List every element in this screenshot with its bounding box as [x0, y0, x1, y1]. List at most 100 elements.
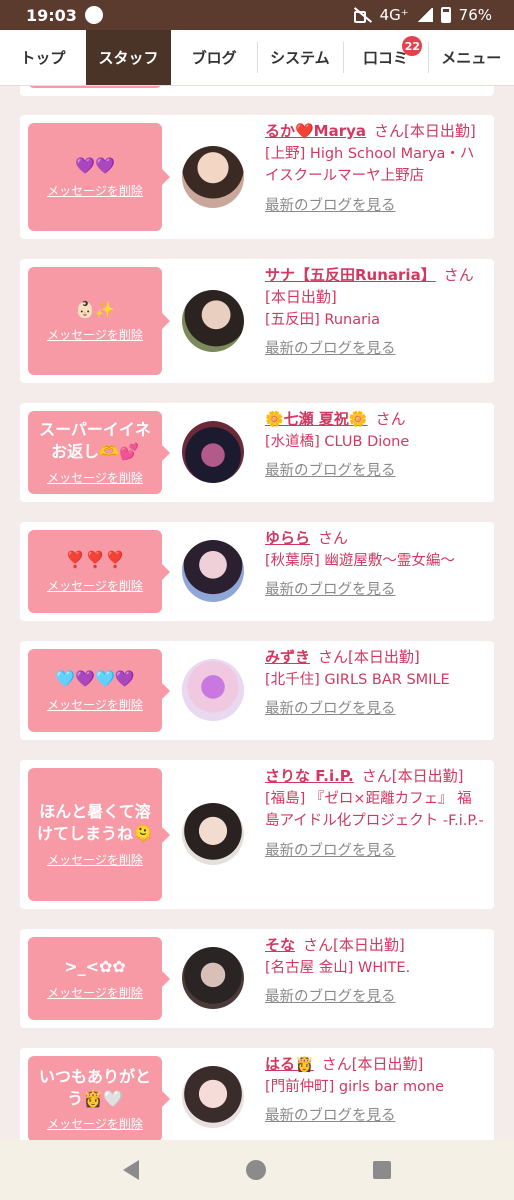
- shop-name: [上野] High School Marya・ハイスクールマーヤ上野店: [265, 145, 475, 185]
- message-bubble: >_<✿✿ メッセージを削除: [28, 937, 170, 1020]
- battery-percent: 76%: [458, 6, 492, 24]
- staff-card: いつもありがとう👸🤍 メッセージを削除 はる👸 さん[本日出勤] [門前仲町] g…: [20, 1048, 494, 1140]
- tab-top[interactable]: トップ: [0, 30, 86, 85]
- shop-name: [名古屋 金山] WHITE.: [265, 959, 411, 976]
- latest-blog-link[interactable]: 最新のブログを見る: [265, 578, 486, 599]
- message-bubble: ❣️❣️❣️ メッセージを削除: [28, 530, 170, 613]
- status-icons: 4G⁺ 76%: [352, 6, 492, 24]
- message-bubble: スーパーイイネお返し🫶💕 メッセージを削除: [28, 411, 170, 494]
- honorific: さん: [361, 767, 392, 785]
- tab-system[interactable]: システム: [257, 30, 343, 85]
- message-text: 💜💜: [75, 155, 115, 175]
- message-bubble: 💜💜 メッセージを削除: [28, 123, 170, 231]
- recent-apps-icon[interactable]: [372, 1161, 391, 1179]
- latest-blog-link[interactable]: 最新のブログを見る: [265, 839, 486, 860]
- tab-label: システム: [270, 49, 330, 67]
- message-bubble: ほんと暑くて溶けてしまうね🫠 メッセージを削除: [28, 768, 170, 901]
- avatar[interactable]: [182, 1066, 244, 1128]
- delete-message-link[interactable]: メッセージを削除: [47, 326, 143, 343]
- staff-card: >_<✿✿ メッセージを削除 そな さん[本日出勤] [名古屋 金山] WHITE…: [20, 929, 494, 1028]
- delete-message-link[interactable]: メッセージを削除: [47, 469, 143, 486]
- avatar[interactable]: [182, 540, 244, 602]
- staff-card: ほんと暑くて溶けてしまうね🫠 メッセージを削除 さりな F.i.P. さん[本日出…: [20, 760, 494, 909]
- latest-blog-link[interactable]: 最新のブログを見る: [265, 1104, 486, 1125]
- staff-name-link[interactable]: るか❤️Marya: [265, 122, 366, 140]
- reviews-count-badge: 22: [402, 36, 423, 56]
- tab-label: メニュー: [441, 49, 502, 67]
- work-status: [本日出勤]: [348, 648, 420, 666]
- staff-message-list: 💜💜 メッセージを削除 るか❤️Marya さん[本日出勤] [上野] High …: [0, 86, 514, 1140]
- delete-message-link[interactable]: メッセージを削除: [47, 696, 143, 713]
- shop-name: [秋葉原] 幽遊屋敷〜霊女編〜: [265, 552, 455, 569]
- delete-message-link[interactable]: メッセージを削除: [47, 182, 143, 199]
- honorific: さん: [318, 648, 349, 666]
- avatar[interactable]: [182, 947, 244, 1009]
- staff-name-link[interactable]: みずき: [265, 648, 310, 666]
- tab-menu[interactable]: メニュー: [428, 30, 514, 85]
- system-nav-bar: [0, 1140, 514, 1200]
- avatar[interactable]: [182, 421, 244, 483]
- work-status: [本日出勤]: [351, 1055, 424, 1073]
- tab-blog[interactable]: ブログ: [171, 30, 257, 85]
- staff-info: サナ【五反田Runaria】 さん [本日出勤] [五反田] Runaria 最新の…: [265, 265, 486, 358]
- latest-blog-link[interactable]: 最新のブログを見る: [265, 459, 486, 480]
- tab-label: ブログ: [191, 49, 237, 67]
- delete-message-link[interactable]: メッセージを削除: [47, 577, 143, 594]
- back-icon[interactable]: [123, 1160, 140, 1180]
- staff-card: スーパーイイネお返し🫶💕 メッセージを削除 🌼七瀬 夏祝🌼 さん [水道橋] CL…: [20, 403, 494, 502]
- honorific: さん: [318, 529, 349, 547]
- shop-name: [五反田] Runaria: [265, 311, 380, 328]
- honorific: さん: [375, 410, 406, 428]
- staff-name-link[interactable]: ゆらら: [265, 529, 310, 547]
- delete-message-link[interactable]: メッセージを削除: [47, 984, 143, 1001]
- avatar[interactable]: [182, 290, 244, 352]
- latest-blog-link[interactable]: 最新のブログを見る: [265, 697, 486, 718]
- staff-name-link[interactable]: さりな F.i.P.: [265, 767, 354, 785]
- staff-card: 👶🏻✨ メッセージを削除 サナ【五反田Runaria】 さん [本日出勤] [五反田…: [20, 259, 494, 383]
- staff-name-link[interactable]: サナ【五反田Runaria】: [265, 266, 436, 284]
- message-bubble: 👶🏻✨ メッセージを削除: [28, 267, 170, 375]
- shop-name: [水道橋] CLUB Dione: [265, 433, 410, 450]
- staff-name-link[interactable]: 🌼七瀬 夏祝🌼: [265, 410, 368, 428]
- signal-icon: [416, 8, 433, 22]
- honorific: さん: [303, 936, 334, 954]
- avatar[interactable]: [182, 803, 244, 865]
- work-status: [本日出勤]: [404, 122, 476, 140]
- tab-staff[interactable]: スタッフ: [85, 30, 172, 85]
- latest-blog-link[interactable]: 最新のブログを見る: [265, 985, 486, 1006]
- staff-card: 🩵💜🩵💜 メッセージを削除 みずき さん[本日出勤] [北千住] GIRLS BA…: [20, 641, 494, 740]
- staff-info: るか❤️Marya さん[本日出勤] [上野] High School Marya…: [265, 121, 486, 215]
- shop-name: [門前仲町] girls bar mone: [265, 1078, 445, 1095]
- avatar[interactable]: [182, 146, 244, 208]
- delete-message-link[interactable]: メッセージを削除: [47, 851, 143, 868]
- previous-card: [20, 86, 494, 96]
- honorific: さん: [374, 122, 405, 140]
- latest-blog-link[interactable]: 最新のブログを見る: [265, 337, 486, 358]
- mute-icon: [352, 8, 372, 23]
- message-bubble: いつもありがとう👸🤍 メッセージを削除: [28, 1056, 170, 1140]
- network-label: 4G⁺: [379, 6, 409, 24]
- work-status: [本日出勤]: [333, 936, 405, 954]
- staff-card: ❣️❣️❣️ メッセージを削除 ゆらら さん [秋葉原] 幽遊屋敷〜霊女編〜 最新…: [20, 522, 494, 621]
- staff-info: はる👸 さん[本日出勤] [門前仲町] girls bar mone 最新のブログ…: [265, 1054, 486, 1125]
- staff-info: そな さん[本日出勤] [名古屋 金山] WHITE. 最新のブログを見る: [265, 935, 486, 1006]
- message-text: スーパーイイネお返し🫶💕: [39, 420, 151, 461]
- home-icon[interactable]: [245, 1160, 266, 1180]
- clock: 19:03: [26, 5, 77, 25]
- avatar[interactable]: [182, 659, 244, 721]
- tab-reviews[interactable]: 口コミ 22: [342, 30, 429, 85]
- shop-name: [北千住] GIRLS BAR SMILE: [265, 671, 450, 688]
- staff-card: 💜💜 メッセージを削除 るか❤️Marya さん[本日出勤] [上野] High …: [20, 115, 494, 239]
- staff-info: さりな F.i.P. さん[本日出勤] [福島] 『ゼロ×距離カフェ』 福島アイド…: [265, 766, 486, 860]
- tab-label: 口コミ: [363, 49, 409, 67]
- staff-info: ゆらら さん [秋葉原] 幽遊屋敷〜霊女編〜 最新のブログを見る: [265, 528, 486, 599]
- delete-message-link[interactable]: メッセージを削除: [47, 1115, 143, 1132]
- shop-name: [福島] 『ゼロ×距離カフェ』 福島アイドル化プロジェクト -F.i.P.-: [265, 790, 484, 830]
- latest-blog-link[interactable]: 最新のブログを見る: [265, 194, 486, 215]
- staff-name-link[interactable]: はる👸: [265, 1055, 314, 1073]
- previous-message-bubble: [28, 86, 162, 88]
- message-text: >_<✿✿: [64, 957, 126, 977]
- message-text: 👶🏻✨: [75, 299, 115, 319]
- staff-name-link[interactable]: そな: [265, 936, 295, 954]
- message-text: ほんと暑くて溶けてしまうね🫠: [37, 802, 153, 843]
